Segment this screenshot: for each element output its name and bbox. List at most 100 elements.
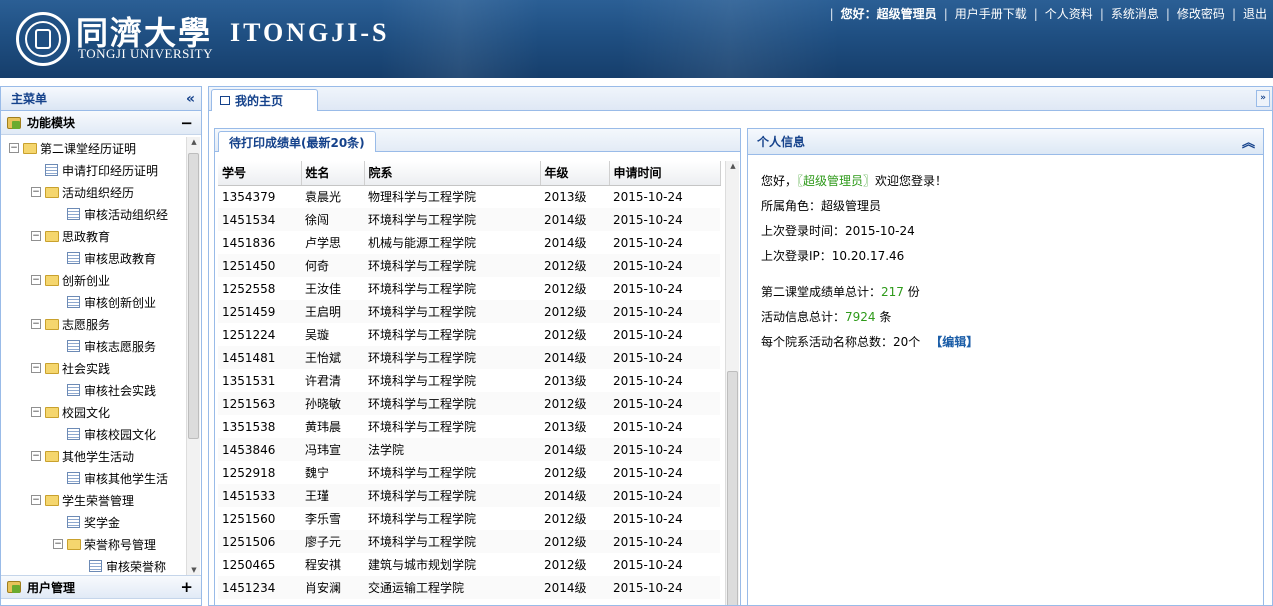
chevron-down-icon[interactable]: »: [1256, 90, 1270, 107]
table-cell: 2015-10-24: [613, 327, 683, 342]
table-cell: 2012级: [544, 466, 587, 480]
tree-leaf-item[interactable]: 审核创新创业: [1, 291, 187, 313]
table-cell: 肖安澜: [301, 576, 364, 599]
table-cell: 环境科学与工程学院: [364, 530, 540, 553]
edit-link[interactable]: 【编辑】: [930, 335, 978, 349]
table-row[interactable]: 1251224 吴璇 环境科学与工程学院 2012级 2015-10-24: [218, 323, 720, 346]
tree-collapse-icon[interactable]: −: [53, 539, 63, 549]
table-row[interactable]: 1251563 孙晓敏 环境科学与工程学院 2012级 2015-10-24: [218, 392, 720, 415]
table-row[interactable]: 1251459 王启明 环境科学与工程学院 2012级 2015-10-24: [218, 300, 720, 323]
table-row[interactable]: 1252918 魏宁 环境科学与工程学院 2012级 2015-10-24: [218, 461, 720, 484]
tree-item-label: 学生荣誉管理: [62, 493, 135, 508]
folder-icon: [45, 406, 59, 418]
tree-leaf-item[interactable]: 审核志愿服务: [1, 335, 187, 357]
tree-leaf-item[interactable]: 申请打印经历证明: [1, 159, 187, 181]
table-row[interactable]: 1451234 肖安澜 交通运输工程学院 2014级 2015-10-24: [218, 576, 720, 599]
tree-folder-item[interactable]: − 其他学生活动: [1, 445, 187, 467]
table-cell: 袁晨光: [305, 190, 342, 205]
table-row[interactable]: 1451836 卢学思 机械与能源工程学院 2014级 2015-10-24: [218, 231, 720, 254]
table-row[interactable]: 1251560 李乐雪 环境科学与工程学院 2012级 2015-10-24: [218, 507, 720, 530]
table-cell: 徐闯: [301, 208, 364, 231]
logout-link[interactable]: 退出: [1243, 5, 1267, 22]
tree-leaf-item[interactable]: 审核其他学生活: [1, 467, 187, 489]
table-cell: 魏宁: [305, 466, 330, 480]
tree-folder-item[interactable]: − 志愿服务: [1, 313, 187, 335]
table-cell: 环境科学与工程学院: [368, 420, 477, 434]
column-header[interactable]: 年级: [540, 161, 610, 186]
table-row[interactable]: 1251506 廖子元 环境科学与工程学院 2012级 2015-10-24: [218, 530, 720, 553]
table-row[interactable]: 1451481 王怡斌 环境科学与工程学院 2014级 2015-10-24: [218, 346, 720, 369]
tree-item-label: 审核志愿服务: [84, 339, 157, 354]
tree-leaf-item[interactable]: 审核荣誉称: [1, 555, 187, 575]
table-cell: 1451481: [218, 346, 301, 369]
table-cell: 1351538: [222, 419, 276, 434]
tree-leaf-item[interactable]: 审核校园文化: [1, 423, 187, 445]
table-row[interactable]: 1451534 徐闯 环境科学与工程学院 2014级 2015-10-24: [218, 208, 720, 231]
manual-download-link[interactable]: 用户手册下载: [955, 5, 1027, 22]
university-name-en: TONGJI UNIVERSITY: [78, 46, 214, 61]
page-icon: [67, 252, 80, 264]
column-header[interactable]: 学号: [218, 161, 302, 186]
tree-item-label: 申请打印经历证明: [62, 163, 159, 178]
table-cell: 环境科学与工程学院: [368, 466, 477, 480]
table-cell: 2012级: [544, 558, 587, 572]
last-ip-line: 上次登录IP：10.20.17.46: [761, 249, 905, 263]
tree-folder-item[interactable]: − 第二课堂经历证明: [1, 137, 187, 159]
table-cell: 许君清: [305, 374, 342, 388]
tree-leaf-item[interactable]: 审核活动组织经: [1, 203, 187, 225]
table-row[interactable]: 1453846 冯玮宣 法学院 2014级 2015-10-24: [218, 438, 720, 461]
section-function-modules[interactable]: 功能模块 −: [1, 111, 201, 135]
table-cell: 2015-10-24: [609, 484, 720, 507]
records-tab[interactable]: 待打印成绩单(最新20条): [218, 131, 376, 152]
column-header[interactable]: 姓名: [301, 161, 365, 186]
profile-link[interactable]: 个人资料: [1045, 5, 1093, 22]
records-scrollbar[interactable]: ▲: [725, 161, 739, 605]
tree-leaf-item[interactable]: 审核社会实践: [1, 379, 187, 401]
table-cell: 环境科学与工程学院: [364, 346, 540, 369]
table-cell: 2014级: [540, 438, 609, 461]
tree-folder-item[interactable]: − 校园文化: [1, 401, 187, 423]
tree-collapse-icon[interactable]: −: [31, 495, 41, 505]
table-row[interactable]: 1351531 许君清 环境科学与工程学院 2013级 2015-10-24: [218, 369, 720, 392]
tree-folder-item[interactable]: − 社会实践: [1, 357, 187, 379]
tree-folder-item[interactable]: − 创新创业: [1, 269, 187, 291]
table-cell: 2015-10-24: [613, 511, 683, 526]
collapse-up-icon[interactable]: ︽: [1242, 132, 1255, 151]
tree-folder-item[interactable]: − 思政教育: [1, 225, 187, 247]
table-row[interactable]: 1252558 王汝佳 环境科学与工程学院 2012级 2015-10-24: [218, 277, 720, 300]
minus-icon[interactable]: −: [180, 114, 193, 132]
plus-icon[interactable]: +: [180, 578, 193, 596]
table-row[interactable]: 1351538 黄玮晨 环境科学与工程学院 2013级 2015-10-24: [218, 415, 720, 438]
page-icon: [89, 560, 102, 572]
table-row[interactable]: 1251450 何奇 环境科学与工程学院 2012级 2015-10-24: [218, 254, 720, 277]
tree-collapse-icon[interactable]: −: [31, 363, 41, 373]
table-cell: 卢学思: [305, 236, 342, 250]
tree-collapse-icon[interactable]: −: [31, 231, 41, 241]
section-user-management[interactable]: 用户管理 +: [1, 575, 201, 599]
table-row[interactable]: 1250465 程安祺 建筑与城市规划学院 2012级 2015-10-24: [218, 553, 720, 576]
table-cell: 李乐雪: [305, 512, 342, 526]
tree-leaf-item[interactable]: 奖学金: [1, 511, 187, 533]
tree-collapse-icon[interactable]: −: [9, 143, 19, 153]
column-header[interactable]: 院系: [364, 161, 541, 186]
column-header[interactable]: 申请时间: [609, 161, 721, 186]
table-row[interactable]: 1354379 袁晨光 物理科学与工程学院 2013级 2015-10-24: [218, 185, 720, 208]
table-row[interactable]: 1451533 王瑾 环境科学与工程学院 2014级 2015-10-24: [218, 484, 720, 507]
tree-collapse-icon[interactable]: −: [31, 319, 41, 329]
collapse-left-icon[interactable]: «: [186, 91, 195, 107]
system-messages-link[interactable]: 系统消息: [1111, 5, 1159, 22]
change-password-link[interactable]: 修改密码: [1177, 5, 1225, 22]
tab-home[interactable]: 我的主页: [211, 89, 318, 111]
tree-collapse-icon[interactable]: −: [31, 451, 41, 461]
tree-collapse-icon[interactable]: −: [31, 407, 41, 417]
folder-icon: [23, 142, 37, 154]
table-cell: 环境科学与工程学院: [368, 282, 477, 296]
tree-folder-item[interactable]: − 活动组织经历: [1, 181, 187, 203]
tree-collapse-icon[interactable]: −: [31, 187, 41, 197]
tree-scrollbar[interactable]: ▲ ▼: [186, 137, 200, 575]
tree-folder-item[interactable]: − 荣誉称号管理: [1, 533, 187, 555]
tree-leaf-item[interactable]: 审核思政教育: [1, 247, 187, 269]
tree-collapse-icon[interactable]: −: [31, 275, 41, 285]
table-cell: 2013级: [544, 420, 587, 434]
tree-folder-item[interactable]: − 学生荣誉管理: [1, 489, 187, 511]
